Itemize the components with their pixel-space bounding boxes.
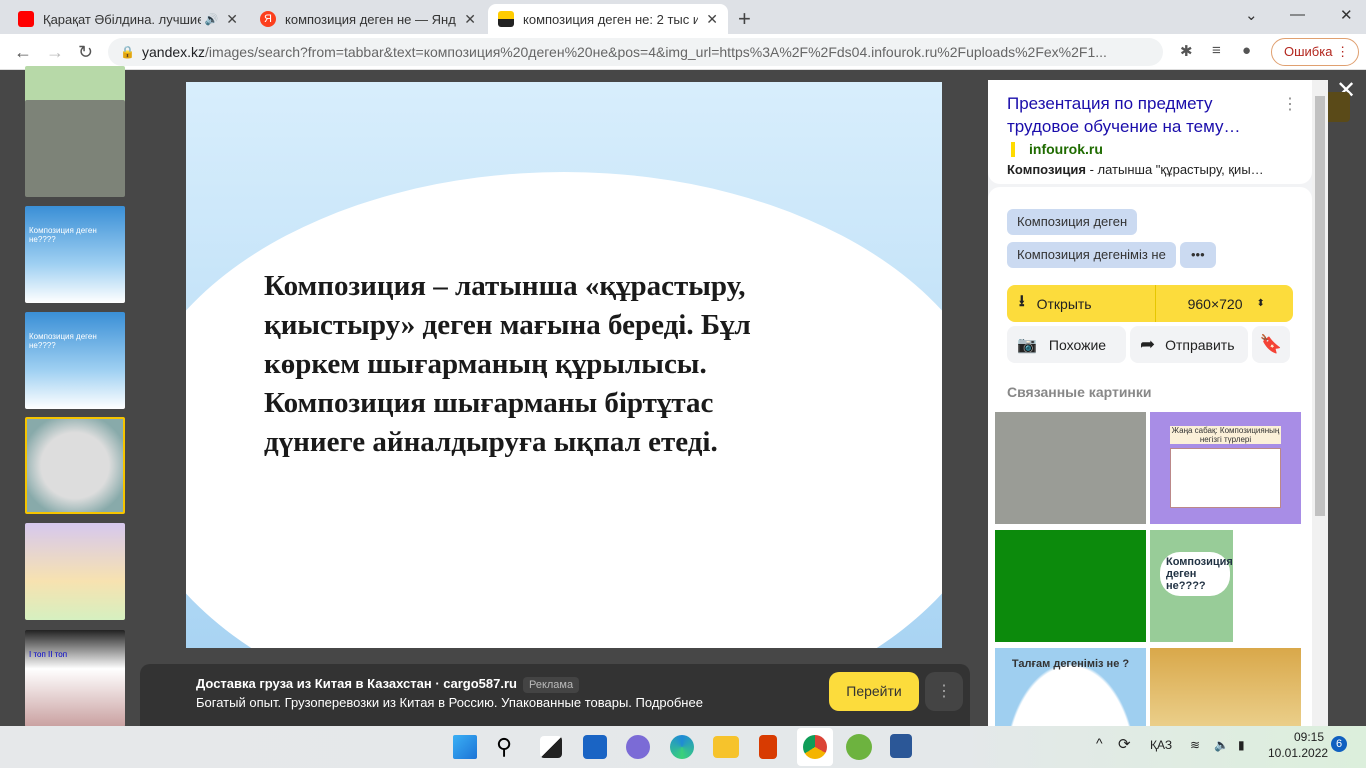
thumbnail[interactable]: Композиция деген не???? (25, 312, 125, 409)
open-button[interactable]: ⭳ Открыть 960×720 ⬍ (1007, 285, 1293, 322)
share-button[interactable]: ➦ Отправить (1130, 326, 1248, 363)
thumbnail-text: I топ II топ (29, 650, 68, 659)
close-window-button[interactable]: ✕ (1340, 6, 1353, 24)
tag-chip[interactable]: Композиция дегеніміз не (1007, 242, 1176, 268)
reload-icon[interactable]: ↻ (78, 42, 93, 63)
open-label: Открыть (1036, 295, 1092, 312)
search-icon[interactable]: ⚲ (496, 733, 524, 761)
bookmark-icon: 🔖 (1259, 334, 1283, 354)
file-explorer-icon[interactable] (713, 736, 739, 758)
tab-images[interactable]: композиция деген не: 2 тыс изо ✕ (488, 4, 728, 34)
thumbnail-text: Композиция деген не???? (29, 226, 97, 244)
thumbnail-text: Композиция деген не???? (29, 332, 97, 350)
tag-chip[interactable]: Композиция деген (1007, 209, 1138, 235)
thumbnail[interactable]: Композиция деген не???? (25, 206, 125, 303)
panel-scrollbar[interactable] (1312, 80, 1328, 726)
battery-icon[interactable]: ▮ (1238, 738, 1245, 752)
profile-error-button[interactable]: Ошибка ⋮ (1271, 38, 1359, 66)
source-description: Композиция - латынша "құрастыру, қиы… (1007, 162, 1264, 177)
more-chips-button[interactable]: ••• (1179, 242, 1216, 268)
language-indicator[interactable]: ҚАЗ (1150, 738, 1172, 752)
chrome-icon (803, 735, 827, 759)
source-icon (1011, 141, 1015, 157)
new-tab-button[interactable]: + (738, 6, 751, 32)
related-image[interactable] (995, 530, 1146, 642)
slide-text: Композиция – латынша «құрастыру, қиыстыру… (264, 270, 751, 458)
tab-youtube[interactable]: Қарақат Әбілдина. лучшие п 🔊 ✕ (8, 4, 248, 34)
yandex-icon: Я (260, 11, 276, 27)
bookmark-button[interactable]: 🔖 (1252, 326, 1290, 363)
lock-icon: 🔒 (120, 45, 135, 59)
ad-title[interactable]: Доставка груза из Китая в Казахстан · ca… (196, 676, 517, 691)
sync-icon[interactable]: ⟳ (1118, 735, 1131, 753)
close-tab-icon[interactable]: ✕ (464, 11, 476, 28)
edge-icon[interactable] (670, 735, 694, 759)
notification-badge[interactable]: 6 (1331, 736, 1347, 752)
camera-search-icon: 📷 (1017, 336, 1037, 354)
volume-icon[interactable]: 🔈 (1214, 738, 1229, 752)
word-icon[interactable] (890, 734, 912, 758)
tab-title: композиция деген не: 2 тыс изо (523, 11, 699, 27)
tab-title: Қарақат Әбілдина. лучшие п (43, 11, 201, 27)
close-tab-icon[interactable]: ✕ (706, 11, 718, 28)
ad-badge: Реклама (522, 677, 580, 693)
address-toolbar: ← → ↻ 🔒 yandex.kz/images/search?from=tab… (0, 34, 1366, 70)
related-image-text: Композиция деген не???? (1160, 552, 1233, 596)
task-view-icon[interactable] (540, 736, 562, 758)
related-heading: Связанные картинки (1007, 384, 1152, 400)
youtube-icon (18, 11, 34, 27)
ad-banner[interactable]: Доставка груза из Китая в Казахстан · ca… (140, 664, 970, 726)
url-domain: yandex.kz (142, 44, 206, 60)
tab-yandex[interactable]: Я композиция деген не — Яндекс ✕ (250, 4, 486, 34)
main-image[interactable]: Композиция – латынша «құрастыру, қиыстыру… (186, 82, 942, 648)
related-image-text: Талғам дегеніміз не ? (1011, 658, 1130, 670)
media-icon[interactable]: ≡ (1212, 42, 1221, 59)
audio-icon[interactable]: 🔊 (205, 13, 219, 26)
chevron-down-icon[interactable]: ⌄ (1245, 6, 1258, 24)
chevron-up-icon[interactable]: ^ (1096, 735, 1103, 751)
similar-button[interactable]: 📷 Похожие (1007, 326, 1126, 363)
wifi-icon[interactable]: ≋ (1190, 738, 1200, 752)
related-image-text: Жаңа сабақ: Композицияның негізгі түрлер… (1170, 426, 1281, 444)
source-link[interactable]: infourok.ru (1029, 141, 1103, 157)
thumbnail-selected[interactable] (25, 417, 125, 514)
close-tab-icon[interactable]: ✕ (226, 11, 238, 28)
source-title-link[interactable]: Презентация по предмету трудовое обучени… (1007, 92, 1267, 138)
start-icon[interactable] (451, 733, 479, 761)
clock-date[interactable]: 10.01.2022 (1268, 746, 1328, 760)
extensions-icon[interactable]: ✱ (1180, 42, 1193, 60)
profile-icon[interactable]: ● (1242, 42, 1251, 59)
forward-icon[interactable]: → (46, 42, 64, 63)
tab-title: композиция деген не — Яндекс (285, 11, 456, 27)
related-image[interactable] (995, 412, 1146, 524)
ad-text: Богатый опыт. Грузоперевозки из Китая в … (196, 695, 703, 710)
widgets-icon[interactable] (583, 735, 607, 759)
clock-time[interactable]: 09:15 (1294, 730, 1324, 744)
utorrent-icon[interactable] (846, 734, 872, 760)
background-button (1328, 92, 1350, 122)
more-options-icon[interactable]: ⋮ (1282, 94, 1298, 114)
thumbnail[interactable] (25, 523, 125, 620)
share-arrow-icon: ➦ (1140, 334, 1156, 354)
chrome-taskbar-button[interactable] (797, 728, 833, 766)
url-path: /images/search?from=tabbar&text=композиц… (205, 44, 1107, 60)
thumbnail[interactable]: I топ II топ (25, 630, 125, 727)
office-icon[interactable] (759, 735, 777, 759)
back-icon[interactable]: ← (14, 42, 32, 63)
ad-more-icon[interactable]: ⋮ (925, 672, 963, 711)
error-label: Ошибка (1284, 44, 1333, 59)
size-select[interactable]: 960×720 (1188, 296, 1243, 312)
ad-go-button[interactable]: Перейти (829, 672, 919, 711)
related-image[interactable]: Композиция деген не???? (1150, 530, 1301, 642)
minimize-button[interactable]: — (1290, 6, 1305, 23)
download-icon: ⭳ (1019, 293, 1025, 310)
related-image[interactable]: Жаңа сабақ: Композицияның негізгі түрлер… (1150, 412, 1301, 524)
thumbnail[interactable] (25, 100, 125, 197)
teams-chat-icon[interactable] (626, 735, 650, 759)
tab-bar: Қарақат Әбілдина. лучшие п 🔊 ✕ Я компози… (0, 0, 1366, 34)
image-icon (498, 11, 514, 27)
sort-arrows-icon: ⬍ (1256, 298, 1265, 309)
url-input[interactable]: 🔒 yandex.kz/images/search?from=tabbar&te… (108, 38, 1163, 66)
taskbar: ⚲ ^ ⟳ ҚАЗ ≋ 🔈 ▮ 09:15 10.01.2022 6 (0, 726, 1366, 768)
